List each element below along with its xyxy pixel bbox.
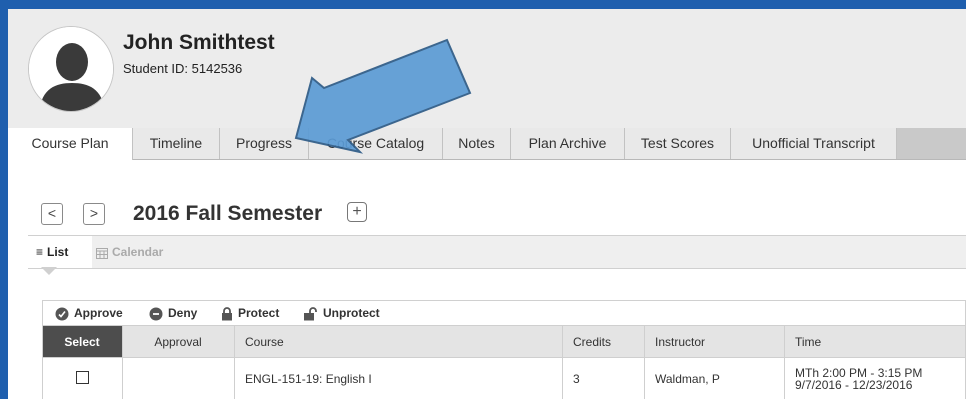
table-row: ENGL-151-19: English I 3 Waldman, P MTh … [42, 357, 966, 399]
col-header-select[interactable]: Select [42, 325, 123, 358]
tab-course-plan[interactable]: Course Plan [8, 128, 133, 160]
approve-button[interactable]: Approve [55, 301, 123, 326]
action-toolbar: Approve Deny Protect Unprotect [42, 300, 966, 325]
tab-timeline[interactable]: Timeline [133, 128, 220, 159]
tab-course-catalog[interactable]: Course Catalog [309, 128, 443, 159]
col-header-instructor[interactable]: Instructor [644, 325, 785, 358]
prev-chevron-icon: < [47, 205, 57, 221]
unlock-icon [304, 307, 317, 321]
tab-notes[interactable]: Notes [443, 128, 511, 159]
col-header-course[interactable]: Course [234, 325, 563, 358]
unprotect-button[interactable]: Unprotect [304, 301, 380, 326]
student-name: John Smithtest [123, 31, 275, 54]
tab-progress[interactable]: Progress [220, 128, 309, 159]
course-table: Select Approval Course Credits Instructo… [42, 325, 966, 399]
avatar [28, 26, 114, 112]
unprotect-label: Unprotect [323, 306, 380, 320]
tab-bar: Course Plan Timeline Progress Course Cat… [8, 128, 966, 160]
credits-cell: 3 [562, 357, 645, 399]
tab-test-scores[interactable]: Test Scores [625, 128, 731, 159]
view-switcher: ≡ List Calendar [28, 235, 966, 269]
time-cell: MTh 2:00 PM - 3:15 PM 9/7/2016 - 12/23/2… [784, 357, 966, 399]
course-cell: ENGL-151-19: English I [234, 357, 563, 399]
approval-cell [122, 357, 235, 399]
time-dates: 9/7/2016 - 12/23/2016 [795, 378, 913, 392]
protect-button[interactable]: Protect [221, 301, 279, 326]
select-cell [42, 357, 123, 399]
calendar-view-label: Calendar [112, 245, 164, 259]
semester-title: 2016 Fall Semester [133, 202, 323, 225]
tab-bar-filler [897, 128, 966, 159]
tab-unofficial-transcript[interactable]: Unofficial Transcript [731, 128, 897, 159]
col-header-approval[interactable]: Approval [122, 325, 235, 358]
list-icon: ≡ [36, 245, 44, 259]
deny-label: Deny [168, 306, 198, 320]
lock-icon [222, 307, 232, 321]
row-select-checkbox[interactable] [75, 371, 89, 384]
page: John Smithtest Student ID: 5142536 Cours… [8, 9, 966, 399]
approve-icon [55, 307, 69, 321]
instructor-cell: Waldman, P [644, 357, 785, 399]
calendar-view-tab[interactable]: Calendar [96, 236, 163, 268]
col-header-time[interactable]: Time [784, 325, 966, 358]
prev-semester-button[interactable]: < [41, 203, 63, 225]
table-header-row: Select Approval Course Credits Instructo… [42, 325, 966, 358]
col-header-credits[interactable]: Credits [562, 325, 645, 358]
deny-button[interactable]: Deny [149, 301, 197, 326]
student-id: Student ID: 5142536 [123, 61, 243, 76]
next-semester-button[interactable]: > [83, 203, 105, 225]
tab-plan-archive[interactable]: Plan Archive [511, 128, 625, 159]
view-caret [41, 267, 57, 275]
student-header: John Smithtest Student ID: 5142536 [8, 9, 966, 129]
deny-icon [149, 307, 163, 321]
approve-label: Approve [74, 306, 123, 320]
list-view-label: List [47, 245, 69, 259]
protect-label: Protect [238, 306, 280, 320]
avatar-silhouette-icon [29, 27, 113, 111]
plus-icon: + [352, 203, 362, 220]
calendar-icon [96, 247, 108, 259]
add-semester-button[interactable]: + [347, 202, 367, 222]
list-view-tab[interactable]: ≡ List [28, 236, 92, 268]
next-chevron-icon: > [89, 205, 99, 221]
